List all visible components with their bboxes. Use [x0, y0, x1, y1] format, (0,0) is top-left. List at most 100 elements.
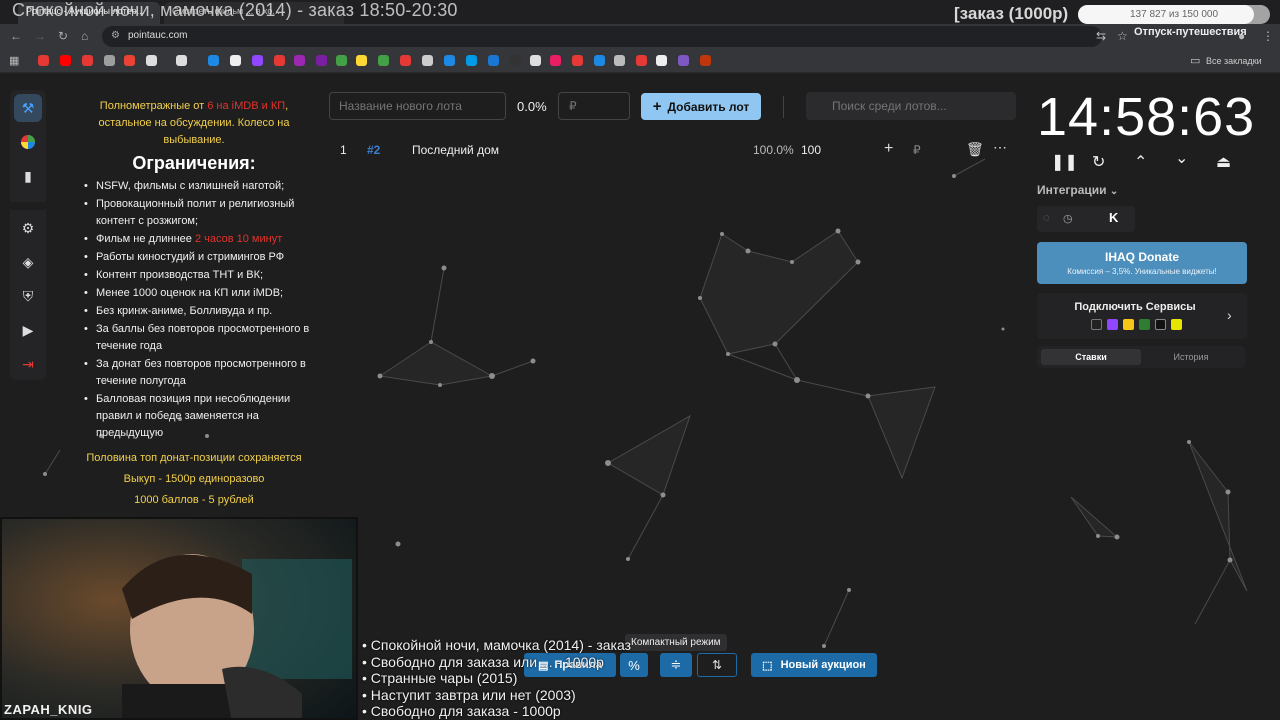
bookmark-icon[interactable]: [208, 55, 219, 66]
left-sidebar: ⚒ ▮ ⚙ ◈ ⛨ ▶ ⇥: [10, 90, 46, 380]
vk-integration-icon[interactable]: K: [1109, 210, 1118, 225]
screen: Pointauc - Аукционы лотер... Смотреть фи…: [0, 0, 1280, 720]
lot-title[interactable]: Последний дом: [412, 143, 499, 157]
tab-stakes[interactable]: Ставки: [1041, 349, 1141, 365]
connect-services-card[interactable]: Подключить Сервисы ›: [1037, 293, 1247, 339]
lot-search-input[interactable]: [806, 92, 1016, 120]
integration-status-icon[interactable]: ◌: [1043, 212, 1050, 224]
bookmark-icon[interactable]: [678, 55, 689, 66]
home-icon[interactable]: ⌂: [81, 29, 88, 43]
back-icon[interactable]: ←: [10, 29, 22, 43]
sidebar-wheel-button[interactable]: [14, 128, 42, 156]
queue-item: • Странные чары (2015): [362, 670, 518, 686]
all-bookmarks-link[interactable]: Все закладки: [1206, 56, 1262, 66]
sidebar-auction-button[interactable]: ⚒: [14, 94, 42, 122]
order-price-overlay: [заказ (1000р): [954, 4, 1069, 23]
chevron-up-icon[interactable]: ⌃: [1134, 152, 1147, 172]
forward-icon[interactable]: →: [34, 29, 46, 43]
trash-icon[interactable]: 🗑: [966, 141, 984, 158]
integration-timer-icon[interactable]: ◷: [1063, 212, 1073, 225]
bookmark-icon[interactable]: [594, 55, 605, 66]
bookmark-icon[interactable]: [336, 55, 347, 66]
chevron-down-icon[interactable]: ⌄: [1175, 148, 1188, 168]
sidebar-logout-button[interactable]: ⇥: [14, 350, 42, 378]
integrations-label: Интеграции: [1037, 183, 1107, 197]
integrations-dropdown[interactable]: Интеграции ⌄: [1037, 183, 1118, 197]
plus-icon: +: [652, 98, 662, 115]
gmail-icon[interactable]: [124, 55, 135, 66]
restriction-item: Провокационный полит и религиозный конте…: [82, 196, 310, 230]
bookmark-icon[interactable]: [530, 55, 541, 66]
url-text: pointauc.com: [128, 30, 188, 41]
webcam-image: [2, 519, 356, 718]
bookmark-star-icon[interactable]: ☆: [1117, 29, 1128, 43]
address-bar-row: ← → ↻ ⌂ ⚙ pointauc.com ⇆ ☆ ● ⋮: [0, 24, 1280, 49]
bookmark-icon[interactable]: [316, 55, 327, 66]
donate-subtitle: Комиссия – 3,5%. Уникальные виджеты!: [1067, 267, 1217, 276]
lot-add-amount-icon[interactable]: +: [884, 140, 893, 158]
bookmark-icon[interactable]: [700, 55, 711, 66]
bookmark-icon[interactable]: [38, 55, 49, 66]
translate-icon[interactable]: ⇆: [1096, 29, 1106, 43]
sidebar-stats-button[interactable]: ▮: [14, 162, 42, 190]
more-options-icon[interactable]: ⋯: [993, 139, 1007, 156]
reset-icon[interactable]: ↻: [1092, 152, 1105, 172]
donationalerts-icon: [1091, 319, 1102, 330]
sidebar-layers-button[interactable]: ◈: [14, 248, 42, 276]
pause-icon[interactable]: ❚❚: [1051, 152, 1078, 172]
sort-button[interactable]: ⇅: [697, 653, 737, 677]
video-icon: ▶: [22, 321, 34, 338]
bookmark-icon[interactable]: [422, 55, 433, 66]
bookmark-icon[interactable]: [378, 55, 389, 66]
url-field[interactable]: ⚙ pointauc.com: [102, 26, 1102, 47]
lot-name-input[interactable]: [329, 92, 506, 120]
sidebar-video-button[interactable]: ▶: [14, 316, 42, 344]
bookmark-icon[interactable]: [104, 55, 115, 66]
lot-id[interactable]: #2: [367, 143, 380, 157]
bookmark-icon[interactable]: [356, 55, 367, 66]
eject-icon[interactable]: ⏏: [1216, 152, 1231, 172]
menu-icon[interactable]: ⋮: [1262, 29, 1274, 43]
logout-icon: ⇥: [22, 355, 34, 372]
reload-icon[interactable]: ↻: [58, 29, 68, 43]
restriction-item: Балловая позиция при несоблюдении правил…: [82, 391, 310, 442]
bookmark-icon[interactable]: [550, 55, 561, 66]
bookmark-icon[interactable]: [444, 55, 455, 66]
lot-amount-input[interactable]: [558, 92, 630, 120]
apps-grid-icon[interactable]: ▦: [9, 54, 19, 67]
site-info-icon[interactable]: ⚙: [111, 30, 120, 41]
ihaq-donate-banner[interactable]: IHAQ Donate Комиссия – 3,5%. Уникальные …: [1037, 242, 1247, 284]
lot-amount: 100: [801, 143, 822, 157]
bookmark-icon[interactable]: [274, 55, 285, 66]
vk-icon[interactable]: [488, 55, 499, 66]
bookmark-icon[interactable]: [146, 55, 157, 66]
bookmark-icon[interactable]: [572, 55, 583, 66]
lot-currency[interactable]: ₽: [913, 143, 921, 157]
vacation-note-overlay: Отпуск-путешествия: [1134, 26, 1247, 38]
pie-wheel-icon: [21, 135, 35, 149]
new-auction-button[interactable]: ⬚ Новый аукцион: [751, 653, 877, 677]
add-lot-label: Добавить лот: [667, 99, 750, 114]
bookmark-icon[interactable]: [230, 55, 241, 66]
chevron-down-icon: ⌄: [1109, 186, 1119, 197]
sidebar-shield-button[interactable]: ⛨: [14, 282, 42, 310]
compact-mode-button[interactable]: ≑: [660, 653, 692, 677]
bookmark-icon[interactable]: [294, 55, 305, 66]
tab-history[interactable]: История: [1141, 349, 1241, 365]
donation-progress-bar: 137 827 из 150 000: [1078, 5, 1270, 24]
rules-intro-highlight: 6 на iMDB и КП: [207, 100, 286, 112]
movie-queue-overlay: • Спокойной ночи, мамочка (2014) - заказ…: [362, 637, 631, 720]
bookmark-icon[interactable]: [636, 55, 647, 66]
bookmark-icon[interactable]: [466, 55, 477, 66]
bookmark-icon[interactable]: [614, 55, 625, 66]
bookmark-icon[interactable]: [400, 55, 411, 66]
bookmark-icon[interactable]: [656, 55, 667, 66]
twitch-icon[interactable]: [252, 55, 263, 66]
bookmark-icon[interactable]: [510, 55, 521, 66]
sidebar-settings-button[interactable]: ⚙: [14, 214, 42, 242]
add-lot-button[interactable]: + Добавить лот: [641, 93, 761, 120]
bookmark-icon[interactable]: [82, 55, 93, 66]
youtube-icon[interactable]: [60, 55, 71, 66]
layers-icon: ◈: [22, 253, 34, 270]
bookmark-icon[interactable]: [176, 55, 187, 66]
